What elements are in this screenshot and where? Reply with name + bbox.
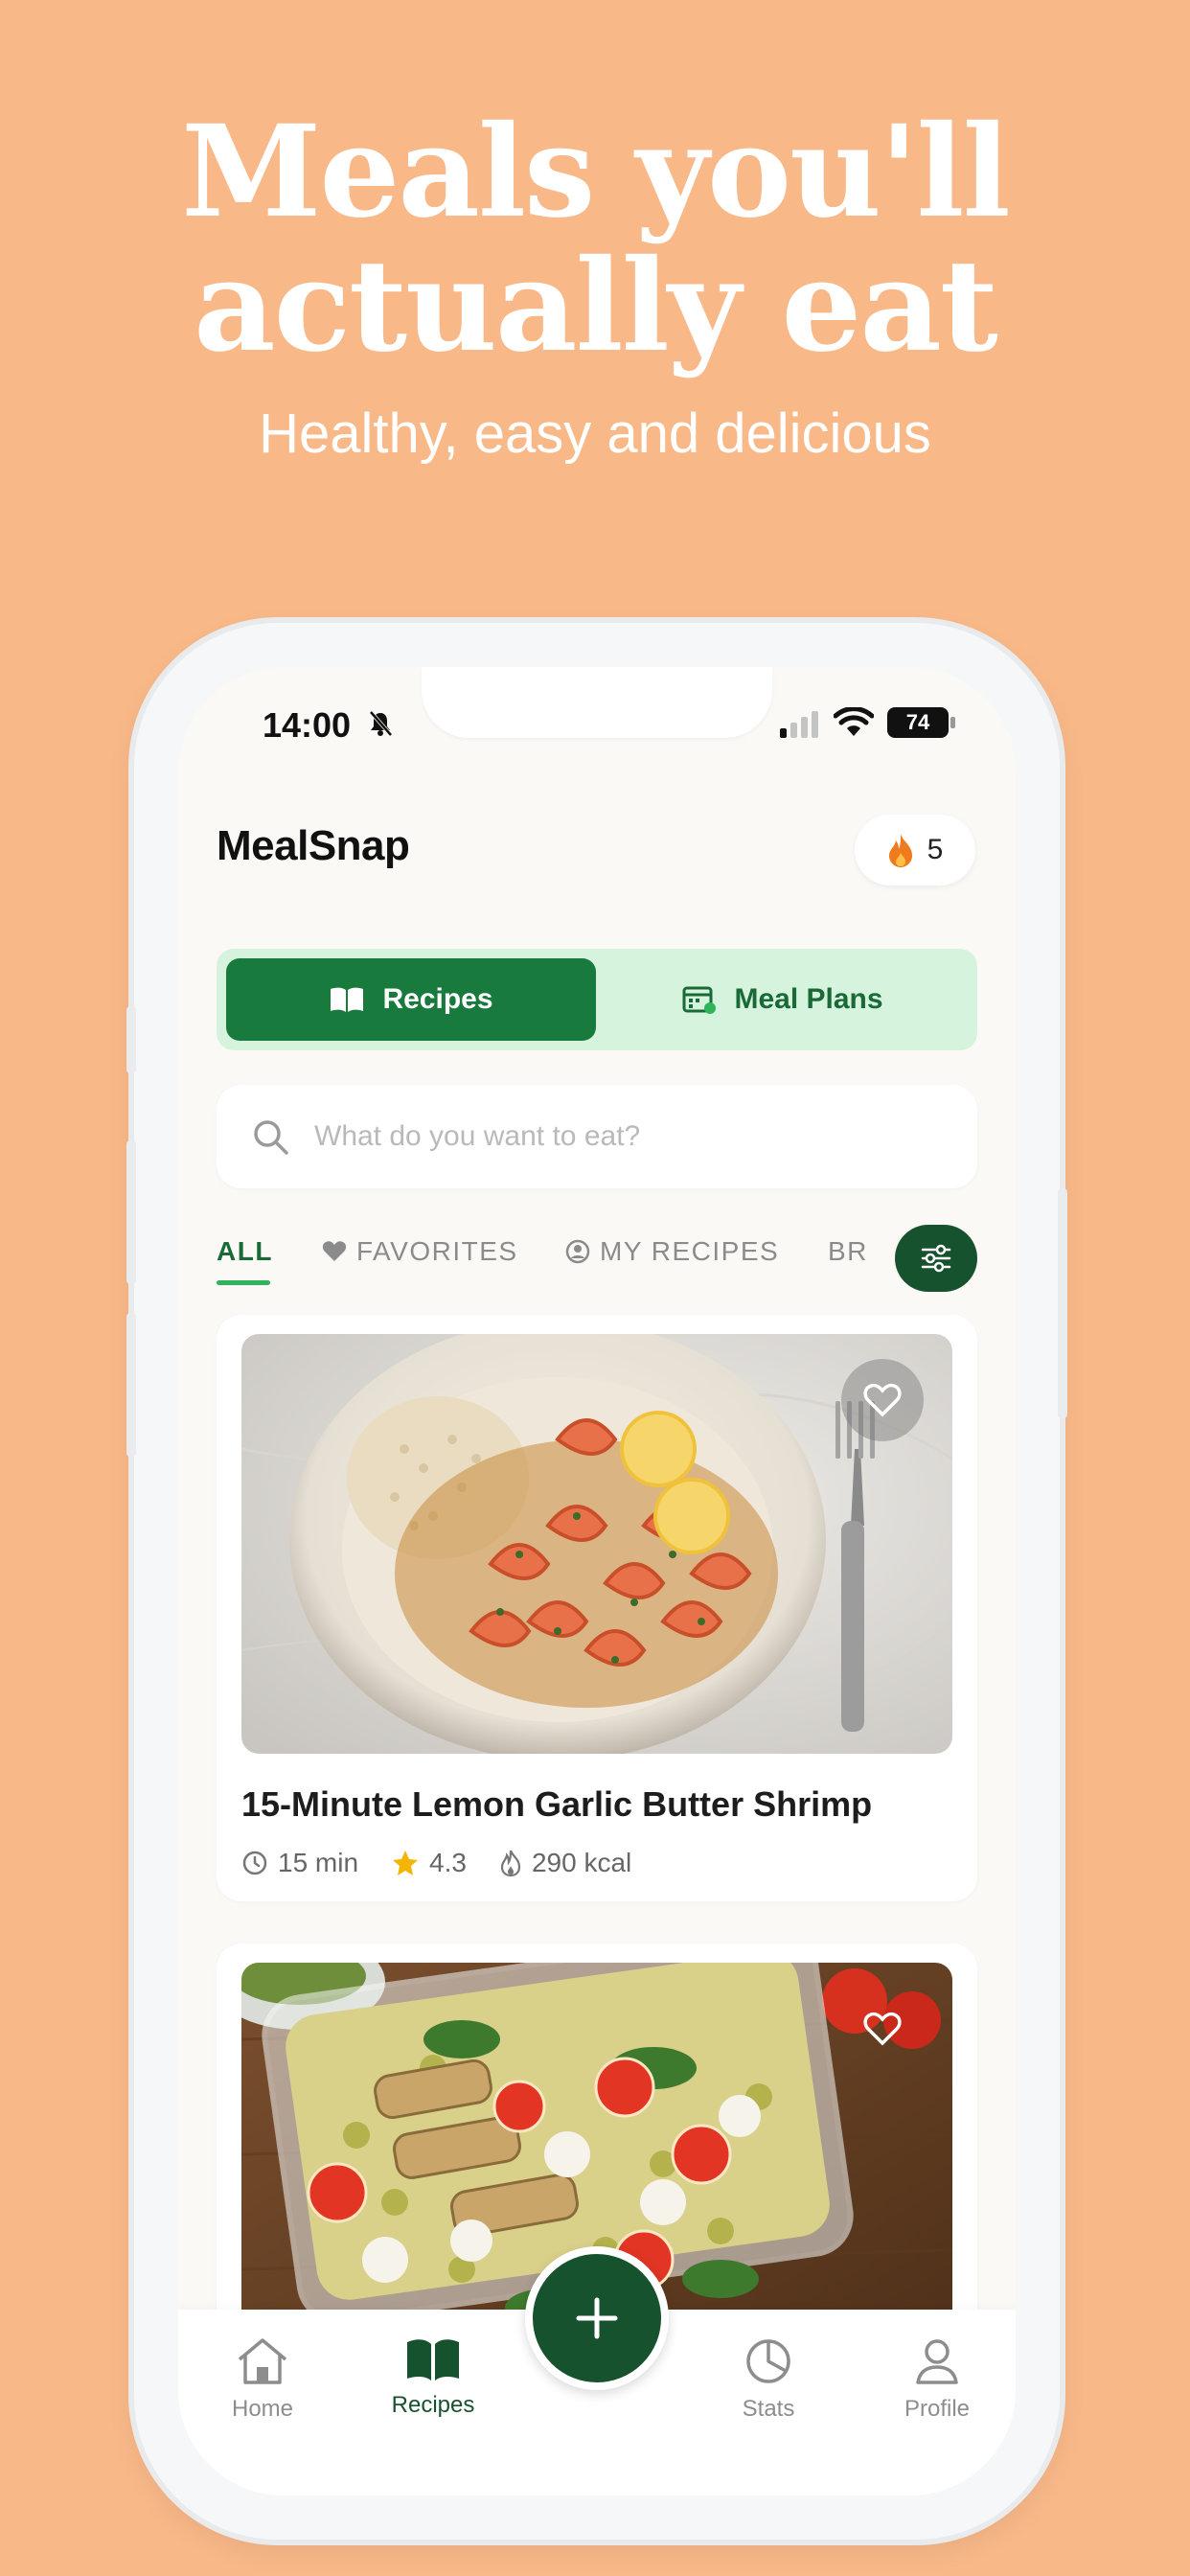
segment-meal-plans-label: Meal Plans	[734, 983, 883, 1015]
view-segmented-control: Recipes Meal Plans	[217, 949, 977, 1050]
home-icon	[238, 2338, 287, 2384]
app-logo: MealSnap	[217, 822, 410, 869]
nav-home-label: Home	[231, 2396, 294, 2422]
recipe-card[interactable]: 15-Minute Lemon Garlic Butter Shrimp 15 …	[217, 1315, 977, 1901]
favorite-button[interactable]	[841, 1988, 924, 2070]
nav-profile[interactable]: Profile	[870, 2336, 1004, 2423]
segment-meal-plans[interactable]: Meal Plans	[598, 958, 968, 1041]
nav-stats[interactable]: Stats	[701, 2336, 835, 2423]
search-input[interactable]	[314, 1120, 889, 1153]
hero-subtitle: Healthy, easy and delicious	[259, 402, 931, 465]
hero-title: Meals you'll actually eat	[0, 105, 1190, 374]
signal-icon	[780, 711, 818, 738]
person-icon	[916, 2339, 958, 2384]
notch	[422, 667, 772, 738]
bell-slash-icon	[369, 710, 393, 737]
recipe-time: 15 min	[241, 1848, 358, 1878]
tab-my-recipes-label: MY RECIPES	[600, 1236, 780, 1266]
nav-home[interactable]: Home	[195, 2336, 330, 2423]
recipe-rating-label: 4.3	[429, 1848, 467, 1877]
streak-count: 5	[927, 834, 944, 865]
volume-down-button	[126, 1313, 136, 1457]
search-bar	[217, 1085, 977, 1188]
app-screen: 14:00 74 MealSnap 5 Recipes Meal Plans W…	[178, 667, 1016, 2496]
tab-breakfast[interactable]: BRE	[828, 1236, 868, 1267]
battery-tip	[950, 717, 955, 728]
pie-chart-icon	[746, 2339, 790, 2383]
nav-profile-label: Profile	[904, 2396, 971, 2422]
flame-icon	[888, 834, 912, 867]
star-icon	[393, 1851, 419, 1875]
calendar-icon	[682, 986, 717, 1014]
category-tabs: ALL FAVORITES MY RECIPES BRE	[217, 1219, 868, 1292]
hero-title-line2: actually eat	[194, 232, 998, 380]
tab-favorites[interactable]: FAVORITES	[322, 1236, 518, 1267]
nav-recipes[interactable]: Recipes	[366, 2336, 500, 2419]
flame-outline-icon	[500, 1850, 521, 1877]
tab-all-label: ALL	[217, 1236, 273, 1266]
recipe-meta: 15 min 4.3 290 kcal	[241, 1848, 631, 1878]
volume-up-button	[126, 1140, 136, 1284]
streak-badge[interactable]: 5	[855, 815, 975, 886]
segment-recipes[interactable]: Recipes	[226, 958, 596, 1041]
open-book-icon	[407, 2339, 459, 2380]
clock-icon	[242, 1851, 267, 1875]
recipe-image-shrimp	[241, 1334, 952, 1754]
battery-indicator: 74	[887, 707, 949, 738]
side-button	[126, 1006, 136, 1073]
search-icon	[254, 1120, 288, 1155]
hero-title-line1: Meals you'll	[181, 98, 1010, 246]
filter-button[interactable]	[895, 1225, 977, 1292]
recipe-title: 15-Minute Lemon Garlic Butter Shrimp	[241, 1784, 873, 1824]
tab-my-recipes[interactable]: MY RECIPES	[565, 1236, 779, 1267]
tab-active-indicator	[217, 1280, 270, 1285]
recipe-rating: 4.3	[391, 1848, 467, 1878]
tab-favorites-label: FAVORITES	[356, 1236, 518, 1266]
status-time: 14:00	[263, 705, 352, 745]
phone-frame: 14:00 74 MealSnap 5 Recipes Meal Plans W…	[126, 623, 1067, 2540]
sliders-icon	[921, 1244, 951, 1273]
heart-icon	[322, 1241, 347, 1261]
user-circle-icon	[565, 1239, 590, 1264]
segment-recipes-label: Recipes	[382, 983, 493, 1015]
power-button	[1058, 1188, 1067, 1418]
tab-all[interactable]: ALL	[217, 1236, 273, 1267]
tab-breakfast-label: BRE	[828, 1236, 868, 1266]
add-recipe-button[interactable]	[525, 2246, 669, 2390]
favorite-button[interactable]	[841, 1359, 924, 1441]
recipe-calories-label: 290 kcal	[531, 1848, 632, 1877]
heart-outline-icon	[863, 2012, 902, 2046]
heart-outline-icon	[863, 1383, 902, 1417]
nav-recipes-label: Recipes	[391, 2392, 475, 2418]
recipe-calories: 290 kcal	[499, 1848, 631, 1878]
open-book-icon	[331, 987, 364, 1012]
recipe-time-label: 15 min	[278, 1848, 359, 1877]
nav-stats-label: Stats	[742, 2396, 795, 2422]
wifi-icon	[834, 707, 874, 736]
plus-icon	[576, 2297, 618, 2339]
